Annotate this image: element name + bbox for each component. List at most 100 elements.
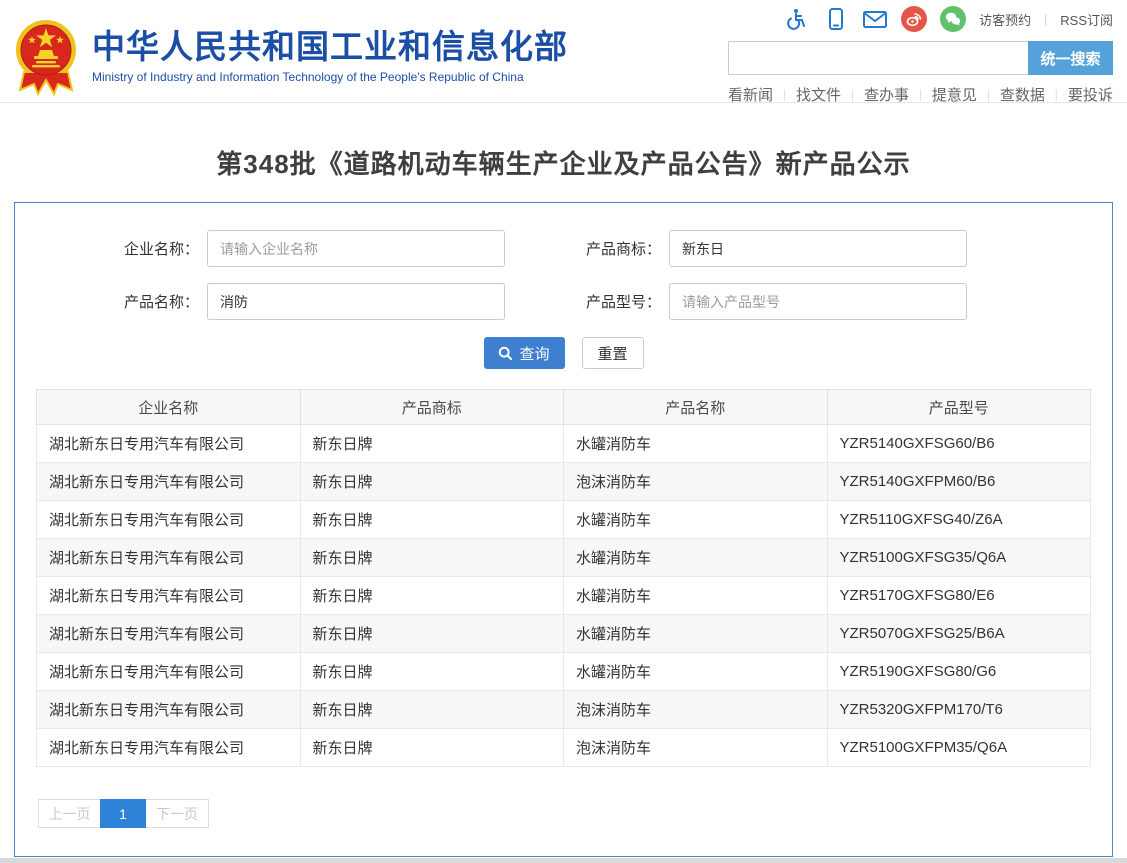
col-header-company: 企业名称 <box>37 390 301 425</box>
col-header-model: 产品型号 <box>827 390 1091 425</box>
ministry-name-en: Ministry of Industry and Information Tec… <box>92 70 568 84</box>
query-panel: 企业名称： 产品商标： 产品名称： 产品型号： 查询 重置 <box>14 202 1113 857</box>
company-name-input[interactable] <box>207 230 505 267</box>
nav-separator: | <box>987 87 990 102</box>
visitor-appointment-link[interactable]: 访客预约 <box>979 10 1031 29</box>
brand-text: 中华人民共和国工业和信息化部 Ministry of Industry and … <box>92 28 568 84</box>
form-buttons: 查询 重置 <box>15 337 1112 369</box>
nav-link[interactable]: 查办事 <box>864 84 909 105</box>
table-cell: 湖北新东日专用汽车有限公司 <box>37 501 301 539</box>
col-header-brand: 产品商标 <box>300 390 564 425</box>
top-link-separator: | <box>1044 12 1047 26</box>
results-table: 企业名称 产品商标 产品名称 产品型号 湖北新东日专用汽车有限公司新东日牌水罐消… <box>36 389 1091 767</box>
header-right: 访客预约 | RSS订阅 统一搜索 看新闻 | 找文件 | 查办事 | 提意见 | 查数据 | 要投… <box>728 4 1113 105</box>
search-icon <box>498 346 513 361</box>
company-name-label: 企业名称： <box>64 238 207 259</box>
table-cell: YZR5070GXFSG25/B6A <box>827 615 1091 653</box>
results-table-body: 湖北新东日专用汽车有限公司新东日牌水罐消防车YZR5140GXFSG60/B6湖… <box>37 425 1091 767</box>
nav-separator: | <box>1055 87 1058 102</box>
table-cell: 水罐消防车 <box>564 501 828 539</box>
table-cell: YZR5100GXFPM35/Q6A <box>827 729 1091 767</box>
table-cell: 新东日牌 <box>300 463 564 501</box>
table-row: 湖北新东日专用汽车有限公司新东日牌水罐消防车YZR5100GXFSG35/Q6A <box>37 539 1091 577</box>
unified-search-input[interactable] <box>728 41 1028 75</box>
nav-link[interactable]: 查数据 <box>1000 84 1045 105</box>
table-row: 湖北新东日专用汽车有限公司新东日牌水罐消防车YZR5110GXFSG40/Z6A <box>37 501 1091 539</box>
mail-icon[interactable] <box>862 6 888 32</box>
product-name-input[interactable] <box>207 283 505 320</box>
table-cell: 湖北新东日专用汽车有限公司 <box>37 691 301 729</box>
rss-subscribe-link[interactable]: RSS订阅 <box>1060 10 1113 29</box>
pagination-prev-button[interactable]: 上一页 <box>38 799 100 828</box>
field-company-name: 企业名称： <box>64 230 505 267</box>
nav-link[interactable]: 找文件 <box>796 84 841 105</box>
table-row: 湖北新东日专用汽车有限公司新东日牌水罐消防车YZR5140GXFSG60/B6 <box>37 425 1091 463</box>
product-model-input[interactable] <box>669 283 967 320</box>
product-brand-input[interactable] <box>669 230 967 267</box>
table-cell: YZR5320GXFPM170/T6 <box>827 691 1091 729</box>
national-emblem-icon <box>14 16 78 96</box>
table-cell: 湖北新东日专用汽车有限公司 <box>37 539 301 577</box>
form-row-1: 企业名称： 产品商标： <box>15 230 1112 267</box>
table-cell: 新东日牌 <box>300 615 564 653</box>
table-cell: 水罐消防车 <box>564 577 828 615</box>
table-cell: 泡沫消防车 <box>564 691 828 729</box>
pagination: 上一页 1 下一页 <box>38 799 1112 828</box>
table-cell: YZR5140GXFSG60/B6 <box>827 425 1091 463</box>
table-row: 湖北新东日专用汽车有限公司新东日牌水罐消防车YZR5170GXFSG80/E6 <box>37 577 1091 615</box>
table-cell: YZR5110GXFSG40/Z6A <box>827 501 1091 539</box>
field-product-model: 产品型号： <box>526 283 967 320</box>
query-button[interactable]: 查询 <box>484 337 565 369</box>
table-cell: 湖北新东日专用汽车有限公司 <box>37 615 301 653</box>
table-cell: 新东日牌 <box>300 577 564 615</box>
table-cell: 新东日牌 <box>300 425 564 463</box>
table-row: 湖北新东日专用汽车有限公司新东日牌泡沫消防车YZR5320GXFPM170/T6 <box>37 691 1091 729</box>
top-icon-bar: 访客预约 | RSS订阅 <box>728 4 1113 34</box>
unified-search: 统一搜索 <box>728 41 1113 75</box>
nav-separator: | <box>919 87 922 102</box>
table-cell: YZR5170GXFSG80/E6 <box>827 577 1091 615</box>
table-cell: 新东日牌 <box>300 729 564 767</box>
table-cell: YZR5100GXFSG35/Q6A <box>827 539 1091 577</box>
nav-link[interactable]: 提意见 <box>932 84 977 105</box>
field-product-brand: 产品商标： <box>526 230 967 267</box>
table-row: 湖北新东日专用汽车有限公司新东日牌泡沫消防车YZR5100GXFPM35/Q6A <box>37 729 1091 767</box>
table-header-row: 企业名称 产品商标 产品名称 产品型号 <box>37 390 1091 425</box>
accessibility-icon[interactable] <box>784 6 810 32</box>
table-cell: 泡沫消防车 <box>564 463 828 501</box>
nav-link[interactable]: 要投诉 <box>1068 84 1113 105</box>
table-cell: 水罐消防车 <box>564 425 828 463</box>
page-title: 第348批《道路机动车辆生产企业及产品公告》新产品公示 <box>0 144 1127 181</box>
form-row-2: 产品名称： 产品型号： <box>15 283 1112 320</box>
weibo-icon[interactable] <box>901 6 927 32</box>
table-cell: 湖北新东日专用汽车有限公司 <box>37 577 301 615</box>
header-nav: 看新闻|找文件|查办事|提意见|查数据|要投诉 <box>728 84 1113 105</box>
results-table-head: 企业名称 产品商标 产品名称 产品型号 <box>37 390 1091 425</box>
wechat-icon[interactable] <box>940 6 966 32</box>
nav-separator: | <box>783 87 786 102</box>
query-button-label: 查询 <box>519 343 549 364</box>
field-product-name: 产品名称： <box>64 283 505 320</box>
page-bottom-strip <box>0 858 1127 863</box>
mobile-icon[interactable] <box>823 6 849 32</box>
table-cell: YZR5140GXFPM60/B6 <box>827 463 1091 501</box>
pagination-current-page[interactable]: 1 <box>100 799 146 828</box>
table-cell: 湖北新东日专用汽车有限公司 <box>37 653 301 691</box>
col-header-product: 产品名称 <box>564 390 828 425</box>
table-cell: 新东日牌 <box>300 653 564 691</box>
table-cell: 泡沫消防车 <box>564 729 828 767</box>
unified-search-button[interactable]: 统一搜索 <box>1028 41 1113 75</box>
table-cell: 水罐消防车 <box>564 653 828 691</box>
product-brand-label: 产品商标： <box>526 238 669 259</box>
ministry-name: 中华人民共和国工业和信息化部 <box>92 28 568 66</box>
pagination-next-button[interactable]: 下一页 <box>146 799 209 828</box>
table-row: 湖北新东日专用汽车有限公司新东日牌水罐消防车YZR5190GXFSG80/G6 <box>37 653 1091 691</box>
site-logo[interactable]: 中华人民共和国工业和信息化部 Ministry of Industry and … <box>14 16 568 96</box>
table-cell: 湖北新东日专用汽车有限公司 <box>37 729 301 767</box>
table-cell: 新东日牌 <box>300 539 564 577</box>
nav-link[interactable]: 看新闻 <box>728 84 773 105</box>
table-cell: 水罐消防车 <box>564 539 828 577</box>
table-row: 湖北新东日专用汽车有限公司新东日牌泡沫消防车YZR5140GXFPM60/B6 <box>37 463 1091 501</box>
reset-button[interactable]: 重置 <box>582 337 644 369</box>
table-row: 湖北新东日专用汽车有限公司新东日牌水罐消防车YZR5070GXFSG25/B6A <box>37 615 1091 653</box>
